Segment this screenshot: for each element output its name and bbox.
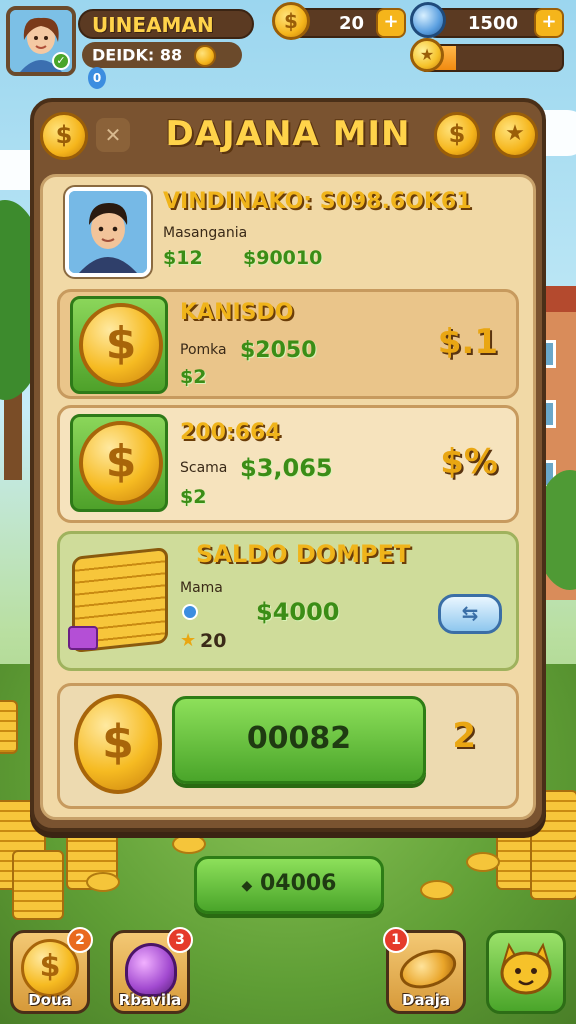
row-sub: $2 [180, 366, 207, 388]
row-title: 200:664 [180, 420, 281, 445]
profile-title: VINDINAKO: S098.6OK61 [163, 189, 472, 214]
bottom-value-button[interactable]: ◆ 04006 [194, 856, 384, 914]
row-amount: $2050 [240, 338, 317, 363]
nav-label: Daaja [402, 991, 450, 1009]
player-id-value: 0 [88, 67, 106, 89]
action-card: $ 00082 2 [57, 683, 519, 809]
profile-avatar [65, 187, 151, 277]
coin-icon: $ [272, 2, 310, 40]
big-coin-icon: $ [74, 694, 162, 794]
player-avatar[interactable]: ✓ [6, 6, 76, 76]
coin-tile: $ [70, 414, 168, 512]
coin-icon: $ [79, 303, 163, 387]
nav-item-creature[interactable] [486, 930, 566, 1014]
claim-button[interactable]: 00082 [172, 696, 426, 784]
wallet-balance-card: SALDO DOMPET Mama $4000 ★ 20 ⇆ [57, 531, 519, 671]
star-small-icon: ★ [180, 630, 197, 651]
profile-face-icon [69, 191, 147, 273]
bottom-value-label: 04006 [259, 871, 337, 896]
coin-icon: $ [79, 421, 163, 505]
transfer-icon[interactable]: ⇆ [438, 594, 502, 634]
nav-item-potion[interactable]: 3 Rbavila [110, 927, 193, 1014]
player-id-label: DEIDK: 88 [92, 45, 183, 65]
panel-content: VINDINAKO: S098.6OK61 Masangania $12 $90… [40, 174, 536, 820]
creature-icon [500, 942, 552, 995]
row-label: Scama [180, 460, 228, 476]
wallet-sub: 20 [200, 630, 227, 652]
wallet-title: SALDO DOMPET [196, 540, 411, 568]
row-right-value: $% [440, 442, 498, 482]
nav-label: Doua [28, 991, 72, 1009]
row-label: Pomka [180, 342, 227, 358]
profile-stat-2: $90010 [243, 247, 323, 269]
bread-icon [394, 942, 462, 996]
row-right-value: $.1 [437, 322, 498, 362]
player-name: UINEAMAN [78, 9, 254, 39]
id-coin-icon [193, 45, 216, 67]
nav-badge: 1 [383, 927, 409, 953]
diamond-icon: ◆ [241, 878, 253, 894]
wallet-panel: $ ✕ DAJANA MIN $ ★ VINDINAKO: S098.6OK61… [30, 98, 546, 832]
nav-item-bread[interactable]: 1 Daaja [383, 927, 466, 1014]
wallet-row[interactable]: $ KANISDO Pomka $2050 $2 $.1 [57, 289, 519, 399]
row-sub: $2 [180, 486, 207, 508]
profile-stat-1: $12 [163, 247, 203, 269]
wallet-label: Mama [180, 580, 223, 596]
star-badge-icon[interactable]: ★ [492, 112, 538, 158]
action-count: 2 [452, 716, 476, 756]
loose-coin [466, 852, 500, 872]
online-dot-icon: ✓ [52, 52, 70, 70]
wallet-row[interactable]: $ 200:664 Scama $3,065 $2 $% [57, 405, 519, 523]
gem-icon [410, 2, 446, 38]
potion-icon [125, 943, 177, 997]
row-amount: $3,065 [240, 454, 333, 482]
player-id: DEIDK: 88 0 [82, 42, 242, 89]
loose-coin [86, 872, 120, 892]
add-coins-button[interactable]: + [376, 8, 406, 38]
star-icon: ★ [410, 38, 444, 72]
wallet-amount: $4000 [256, 598, 340, 626]
coin-stack [12, 850, 64, 920]
gem-count: 1500 [467, 13, 518, 34]
coin-stack [0, 700, 18, 754]
gift-icon [68, 626, 98, 650]
nav-badge: 2 [67, 927, 93, 953]
nav-badge: 3 [167, 927, 193, 953]
coin-tile: $ [70, 296, 168, 394]
nav-item-coins[interactable]: $ 2 Doua [10, 927, 93, 1014]
row-title: KANISDO [180, 300, 294, 325]
loose-coin [420, 880, 454, 900]
nav-label: Rbavila [118, 991, 182, 1009]
coin-count: 20 [338, 13, 364, 34]
profile-subtitle: Masangania [163, 225, 248, 241]
add-gems-button[interactable]: + [534, 8, 564, 38]
gem-small-icon [182, 604, 198, 620]
loose-coin [172, 834, 206, 854]
panel-coin-icon: $ [434, 112, 480, 158]
